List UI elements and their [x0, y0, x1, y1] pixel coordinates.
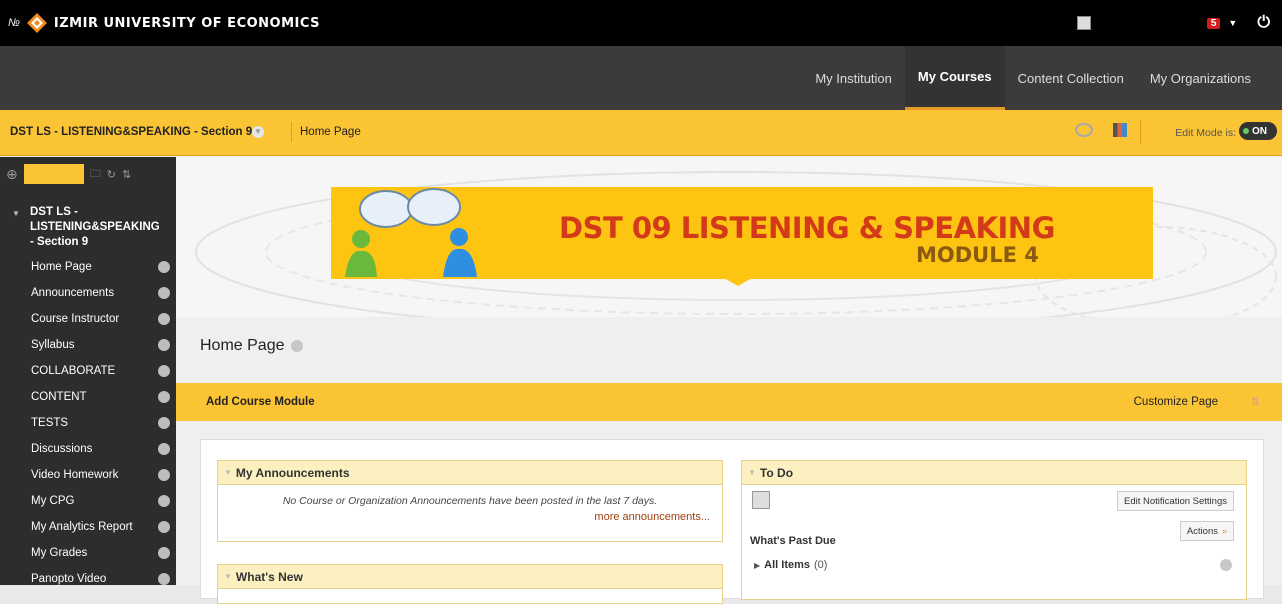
sidebar-item-syllabus[interactable]: Syllabus	[0, 332, 176, 358]
double-chevron-down-icon: »	[1221, 526, 1227, 536]
tab-my-organizations[interactable]: My Organizations	[1137, 46, 1264, 110]
university-name: IZMIR UNIVERSITY OF ECONOMICS	[53, 15, 321, 31]
page-title: Home Page	[200, 337, 303, 355]
avatar	[752, 491, 770, 509]
chevron-down-icon[interactable]: ▼	[252, 126, 264, 138]
performance-dashboard-icon[interactable]	[1113, 123, 1127, 137]
edit-mode-toggle[interactable]: ON	[1239, 122, 1277, 140]
chevron-down-icon[interactable]	[158, 261, 170, 273]
course-title-link[interactable]: DST LS - LISTENING&SPEAKING - Section 9	[10, 126, 252, 138]
announcements-empty-message: No Course or Organization Announcements …	[282, 495, 658, 507]
chevron-down-icon[interactable]: ▼	[1228, 18, 1237, 28]
tab-my-institution[interactable]: My Institution	[802, 46, 905, 110]
past-due-heading: What's Past Due	[750, 535, 836, 547]
sidebar-item-discussions[interactable]: Discussions	[0, 436, 176, 462]
collapse-triangle-icon[interactable]: ▼	[224, 572, 232, 581]
collapse-triangle-icon[interactable]: ▼	[748, 468, 756, 477]
divider	[1140, 120, 1141, 144]
module-header[interactable]: ▼ What's New	[218, 565, 722, 589]
add-menu-item-icon[interactable]: ⊕	[6, 166, 18, 183]
expand-triangle-icon[interactable]: ▶	[754, 561, 760, 570]
chevron-down-icon[interactable]	[158, 521, 170, 533]
course-bar: DST LS - LISTENING&SPEAKING - Section 9 …	[0, 110, 1282, 156]
notification-badge[interactable]: 5	[1206, 17, 1221, 29]
chevron-down-icon[interactable]	[158, 443, 170, 455]
chevron-down-icon[interactable]	[158, 313, 170, 325]
chevron-down-icon[interactable]	[158, 287, 170, 299]
to-do-module: ▼ To Do Edit Notification Settings Actio…	[741, 460, 1247, 600]
course-menu-title[interactable]: ▼ DST LS - LISTENING&SPEAKING - Section …	[0, 191, 176, 254]
power-icon[interactable]: ⏻	[1257, 14, 1270, 32]
main-nav: My Institution My Courses Content Collec…	[0, 46, 1282, 110]
edit-notification-settings-button[interactable]: Edit Notification Settings	[1117, 491, 1234, 511]
main-content: DST 09 LISTENING & SPEAKING MODULE 4 Hom…	[176, 157, 1282, 604]
university-logo-icon	[26, 13, 47, 33]
course-banner: DST 09 LISTENING & SPEAKING MODULE 4	[176, 157, 1282, 317]
banner-notch	[724, 278, 752, 286]
edit-mode-label: Edit Mode is:	[1175, 127, 1236, 139]
menu-search-box[interactable]	[23, 164, 84, 184]
actions-button[interactable]: Actions »	[1179, 521, 1234, 541]
speech-bubbles-people-icon	[345, 188, 477, 277]
add-course-module-button[interactable]: Add Course Module	[206, 396, 315, 408]
edit-mode-value: ON	[1252, 125, 1267, 137]
banner-subtitle: MODULE 4	[916, 243, 1039, 267]
chevron-down-icon[interactable]	[158, 469, 170, 481]
top-bar: № IZMIR UNIVERSITY OF ECONOMICS 5 ▼ ⏻	[0, 0, 1282, 46]
module-header[interactable]: ▼ My Announcements	[218, 461, 722, 485]
sidebar-item-announcements[interactable]: Announcements	[0, 280, 176, 306]
sidebar-item-content[interactable]: CONTENT	[0, 384, 176, 410]
chevron-down-icon[interactable]	[158, 495, 170, 507]
module-header[interactable]: ▼ To Do	[742, 461, 1246, 485]
modules-container: ▼ My Announcements No Course or Organiza…	[200, 439, 1264, 604]
whats-new-module: ▼ What's New	[217, 564, 723, 604]
course-menu-tools: ⊕ 🗀 ↻ ⇅	[0, 157, 176, 191]
sidebar-item-my-analytics-report[interactable]: My Analytics Report	[0, 514, 176, 540]
brand[interactable]: № IZMIR UNIVERSITY OF ECONOMICS	[8, 12, 320, 34]
banner-panel: DST 09 LISTENING & SPEAKING MODULE 4	[331, 187, 1153, 279]
tab-my-courses[interactable]: My Courses	[904, 46, 1005, 110]
sidebar-item-my-cpg[interactable]: My CPG	[0, 488, 176, 514]
sidebar-item-tests[interactable]: TESTS	[0, 410, 176, 436]
chevron-down-icon[interactable]	[290, 340, 303, 352]
chevron-down-icon[interactable]	[158, 365, 170, 377]
banner-title: DST 09 LISTENING & SPEAKING	[559, 211, 1055, 245]
sidebar-item-panopto-video[interactable]: Panopto Video	[0, 566, 176, 592]
more-announcements-link[interactable]: more announcements...	[218, 511, 710, 523]
student-preview-icon[interactable]	[1075, 123, 1093, 137]
tab-content-collection[interactable]: Content Collection	[1005, 46, 1137, 110]
folder-icon[interactable]: 🗀	[90, 165, 101, 184]
chevron-down-icon[interactable]	[1220, 559, 1232, 571]
module-toolbar: Add Course Module Customize Page ⇅	[176, 383, 1282, 421]
reorder-icon[interactable]: ⇅	[1251, 395, 1260, 408]
toggle-dot-icon	[1243, 128, 1249, 134]
chevron-down-icon[interactable]	[158, 547, 170, 559]
sidebar-item-my-grades[interactable]: My Grades	[0, 540, 176, 566]
sidebar-item-course-instructor[interactable]: Course Instructor	[0, 306, 176, 332]
chevron-down-icon[interactable]	[158, 573, 170, 585]
divider	[291, 122, 292, 142]
breadcrumb: Home Page	[300, 126, 361, 138]
avatar[interactable]	[1076, 16, 1091, 30]
all-items-toggle[interactable]: ▶ All Items (0)	[754, 559, 827, 571]
link-icon: №	[8, 17, 20, 29]
chevron-down-icon[interactable]	[158, 391, 170, 403]
sidebar-item-home-page[interactable]: Home Page	[0, 254, 176, 280]
collapse-triangle-icon[interactable]: ▼	[224, 468, 232, 477]
sidebar-item-video-homework[interactable]: Video Homework	[0, 462, 176, 488]
course-menu-list: Home Page Announcements Course Instructo…	[0, 254, 176, 592]
sidebar-item-collaborate[interactable]: COLLABORATE	[0, 358, 176, 384]
collapse-triangle-icon[interactable]: ▼	[12, 206, 20, 221]
sort-icon[interactable]: ⇅	[122, 168, 131, 181]
user-menu[interactable]: 5 ▼ ⏻	[1076, 14, 1270, 32]
course-menu: ⊕ 🗀 ↻ ⇅ ▼ DST LS - LISTENING&SPEAKING - …	[0, 157, 176, 585]
chevron-down-icon[interactable]	[158, 339, 170, 351]
customize-page-button[interactable]: Customize Page	[1134, 396, 1218, 408]
my-announcements-module: ▼ My Announcements No Course or Organiza…	[217, 460, 723, 542]
refresh-icon[interactable]: ↻	[107, 168, 116, 181]
chevron-down-icon[interactable]	[158, 417, 170, 429]
